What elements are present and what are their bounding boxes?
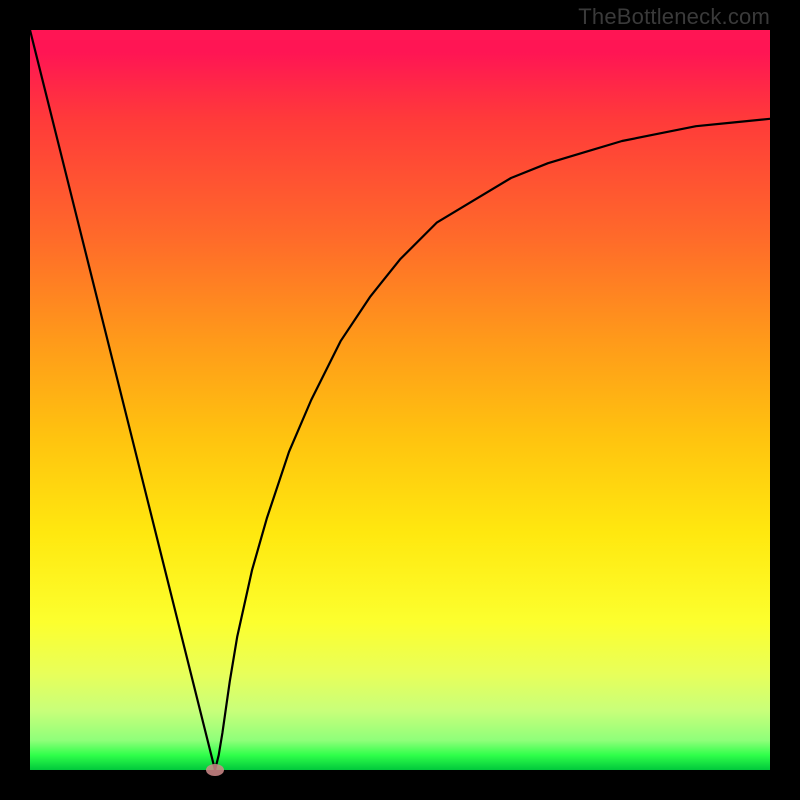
- minimum-marker: [206, 764, 224, 776]
- watermark-text: TheBottleneck.com: [578, 4, 770, 30]
- plot-area: [30, 30, 770, 770]
- curve-svg: [30, 30, 770, 770]
- bottleneck-curve: [30, 30, 770, 770]
- chart-frame: TheBottleneck.com: [0, 0, 800, 800]
